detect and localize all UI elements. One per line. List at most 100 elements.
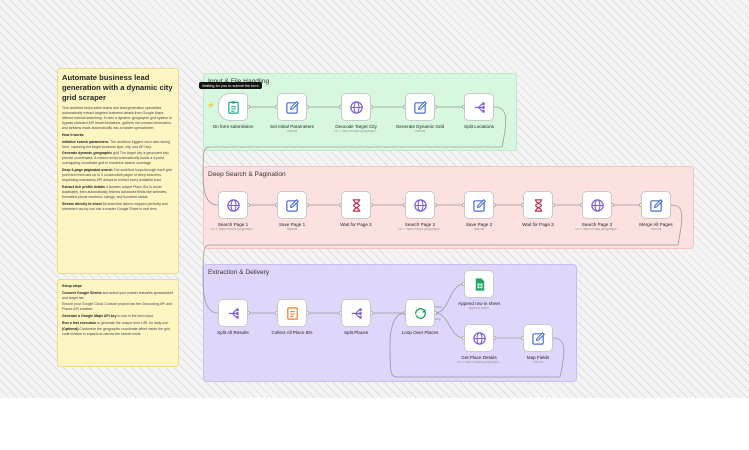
form-icon bbox=[226, 100, 241, 115]
globe-icon bbox=[472, 331, 487, 346]
sticky-paragraph: Ensure your Google Cloud Console project… bbox=[62, 302, 174, 312]
node-subtitle: manual bbox=[286, 228, 298, 231]
node-grid[interactable] bbox=[405, 93, 435, 121]
node-search3[interactable] bbox=[582, 191, 612, 219]
pencil-icon bbox=[285, 198, 300, 213]
node-subtitle: manual bbox=[286, 130, 298, 133]
sticky-paragraph-heading: Initialize search parameters: bbox=[62, 139, 110, 144]
sticky-paragraph-heading: Extract rich profile details bbox=[62, 184, 105, 189]
pencil-icon bbox=[413, 100, 428, 115]
sticky-paragraph: Extract rich profile details It isolates… bbox=[62, 185, 174, 200]
sticky-paragraph: Generate a Google Maps API key to use in… bbox=[62, 314, 174, 319]
hourglass-icon bbox=[349, 198, 364, 213]
split-icon bbox=[349, 306, 364, 321]
globe-icon bbox=[590, 198, 605, 213]
sticky-paragraph-text: Ensure your Google Cloud Console project… bbox=[62, 302, 173, 312]
node-label: Geocode Target City bbox=[335, 124, 377, 129]
form-waiting-tooltip: Waiting for you to submit the form bbox=[199, 82, 262, 90]
sticky-paragraph: Connect Google Sheets and select your ma… bbox=[62, 291, 174, 301]
split-icon bbox=[472, 100, 487, 115]
node-label: Merge All Pages bbox=[639, 222, 673, 227]
sticky-paragraph-heading: Generate a Google Maps API key bbox=[62, 314, 117, 319]
split-icon bbox=[226, 306, 241, 321]
sticky-paragraph-text: to use in the form input. bbox=[116, 314, 155, 319]
sticky-paragraph-heading: Setup steps bbox=[62, 284, 82, 288]
sticky-paragraph-heading: Run a test execution bbox=[62, 320, 97, 325]
sticky-paragraph: How it works bbox=[62, 133, 174, 138]
node-form[interactable] bbox=[218, 93, 248, 121]
node-split-places[interactable] bbox=[341, 299, 371, 327]
sticky-paragraph-text: This workflow helps sales teams and lead… bbox=[62, 106, 172, 131]
sticky-paragraph: (Optional) Customize the geographic coor… bbox=[62, 327, 174, 337]
code-icon bbox=[285, 306, 300, 321]
node-search2[interactable] bbox=[405, 191, 435, 219]
globe-icon bbox=[349, 100, 364, 115]
loop-loop-label: loop bbox=[435, 318, 442, 321]
node-subtitle: manual bbox=[532, 361, 544, 364]
sticky-paragraph: Setup steps bbox=[62, 284, 174, 289]
sticky-paragraph-heading: Connect Google Sheets bbox=[62, 290, 102, 295]
node-append[interactable] bbox=[464, 270, 494, 298]
hourglass-icon bbox=[531, 198, 546, 213]
node-geocode[interactable] bbox=[341, 93, 371, 121]
sticky-paragraph-heading: Stream directly to sheet bbox=[62, 201, 102, 206]
trigger-bolt-icon: ⚡ bbox=[207, 103, 215, 109]
node-label: Collect All Place IDs bbox=[271, 330, 313, 335]
node-subtitle: append: sheet bbox=[468, 307, 490, 310]
sticky-note-setup[interactable]: Setup steps Connect Google Sheets and sel… bbox=[57, 279, 179, 367]
sticky-paragraph-heading: Generate dynamic geographic bbox=[62, 151, 113, 156]
node-label: Wait for Page 2 bbox=[340, 222, 372, 227]
node-save1[interactable] bbox=[277, 191, 307, 219]
sticky-note-overview[interactable]: Automate business lead generation with a… bbox=[57, 68, 179, 274]
node-subtitle: manual bbox=[650, 228, 662, 231]
node-details[interactable] bbox=[464, 324, 494, 352]
node-subtitle: manual bbox=[414, 130, 426, 133]
pencil-icon bbox=[649, 198, 664, 213]
node-split-loc[interactable] bbox=[464, 93, 494, 121]
sticky-body: This workflow helps sales teams and lead… bbox=[62, 106, 174, 212]
node-label: Split Locations bbox=[464, 124, 494, 129]
globe-icon bbox=[226, 198, 241, 213]
sticky-paragraph: Run a test execution to generate the uni… bbox=[62, 321, 174, 326]
node-init[interactable] bbox=[277, 93, 307, 121]
node-label: Loop Over Places bbox=[401, 330, 439, 335]
pencil-icon bbox=[531, 331, 546, 346]
node-merge[interactable] bbox=[641, 191, 671, 219]
sticky-title: Automate business lead generation with a… bbox=[62, 73, 173, 103]
node-label: Append row in sheet bbox=[458, 301, 500, 306]
node-search1[interactable] bbox=[218, 191, 248, 219]
sticky-paragraph-heading: (Optional) bbox=[62, 327, 79, 332]
workflow-canvas[interactable]: Automate business lead generation with a… bbox=[0, 0, 749, 398]
group-title: Extraction & Delivery bbox=[208, 269, 270, 276]
node-label: Split Places bbox=[343, 330, 368, 335]
node-split-results[interactable] bbox=[218, 299, 248, 327]
sticky-setup-body: Setup steps Connect Google Sheets and sel… bbox=[62, 284, 174, 338]
sticky-paragraph: Generate dynamic geographic grid The tar… bbox=[62, 151, 174, 166]
pencil-icon bbox=[472, 198, 487, 213]
globe-icon bbox=[413, 198, 428, 213]
loop-done-label: done bbox=[435, 306, 443, 309]
node-save2[interactable] bbox=[464, 191, 494, 219]
sheets-icon bbox=[472, 277, 487, 292]
sticky-paragraph: This workflow helps sales teams and lead… bbox=[62, 106, 174, 131]
sticky-paragraph-heading: Deep 3-page paginated search bbox=[62, 168, 113, 173]
sticky-paragraph: Stream directly to sheet All searched da… bbox=[62, 202, 174, 212]
loop-icon bbox=[413, 306, 428, 321]
node-wait2[interactable] bbox=[341, 191, 371, 219]
sticky-paragraph-text: Customize the geographic coordinate offs… bbox=[62, 327, 170, 337]
pencil-icon bbox=[285, 100, 300, 115]
node-subtitle: GET: https://maps.googleapis... bbox=[333, 130, 379, 133]
node-collect[interactable] bbox=[277, 299, 307, 327]
sticky-paragraph: Deep 3-page paginated search The workflo… bbox=[62, 168, 174, 183]
node-wait3[interactable] bbox=[523, 191, 553, 219]
node-label: Set Initial Parameters bbox=[270, 124, 314, 129]
node-loop[interactable] bbox=[405, 299, 435, 327]
sticky-paragraph-text: to generate the unique form URL for dail… bbox=[96, 320, 169, 325]
group-title: Deep Search & Pagination bbox=[208, 171, 286, 178]
sticky-paragraph: Initialize search parameters: The workfl… bbox=[62, 140, 174, 150]
sticky-paragraph-heading: How it works bbox=[62, 132, 84, 137]
node-label: Map Fields bbox=[526, 355, 550, 360]
node-map[interactable] bbox=[523, 324, 553, 352]
node-subtitle: manual bbox=[473, 228, 485, 231]
node-label: Save Page 1 bbox=[278, 222, 306, 227]
